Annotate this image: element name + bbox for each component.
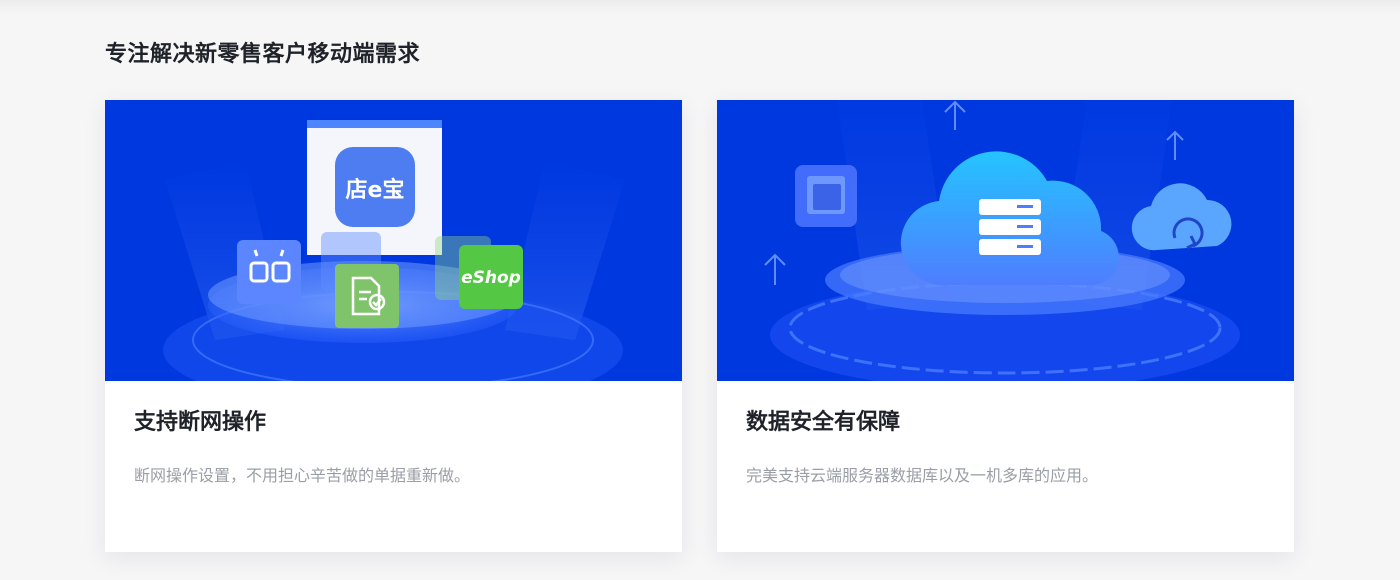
offline-illustration: 店e宝 eShop — [105, 100, 682, 381]
app-logo-text: 店e宝 — [346, 177, 405, 203]
feature-card-offline[interactable]: 店e宝 eShop 支持断网操作 断网操作设置，不用担心辛苦做的单据重新做。 — [105, 100, 682, 552]
card-description: 完美支持云端服务器数据库以及一机多库的应用。 — [746, 466, 1099, 485]
database-icon — [979, 199, 1041, 255]
eshop-icon: eShop — [461, 268, 521, 288]
section-title: 专注解决新零售客户移动端需求 — [105, 42, 421, 67]
card-description: 断网操作设置，不用担心辛苦做的单据重新做。 — [134, 466, 471, 485]
feature-card-security[interactable]: 数据安全有保障 完美支持云端服务器数据库以及一机多库的应用。 — [717, 100, 1294, 552]
security-illustration — [717, 100, 1294, 381]
card-title: 支持断网操作 — [134, 410, 267, 435]
card-title: 数据安全有保障 — [746, 410, 901, 435]
window-icon — [795, 165, 857, 227]
top-shadow — [0, 0, 1400, 14]
